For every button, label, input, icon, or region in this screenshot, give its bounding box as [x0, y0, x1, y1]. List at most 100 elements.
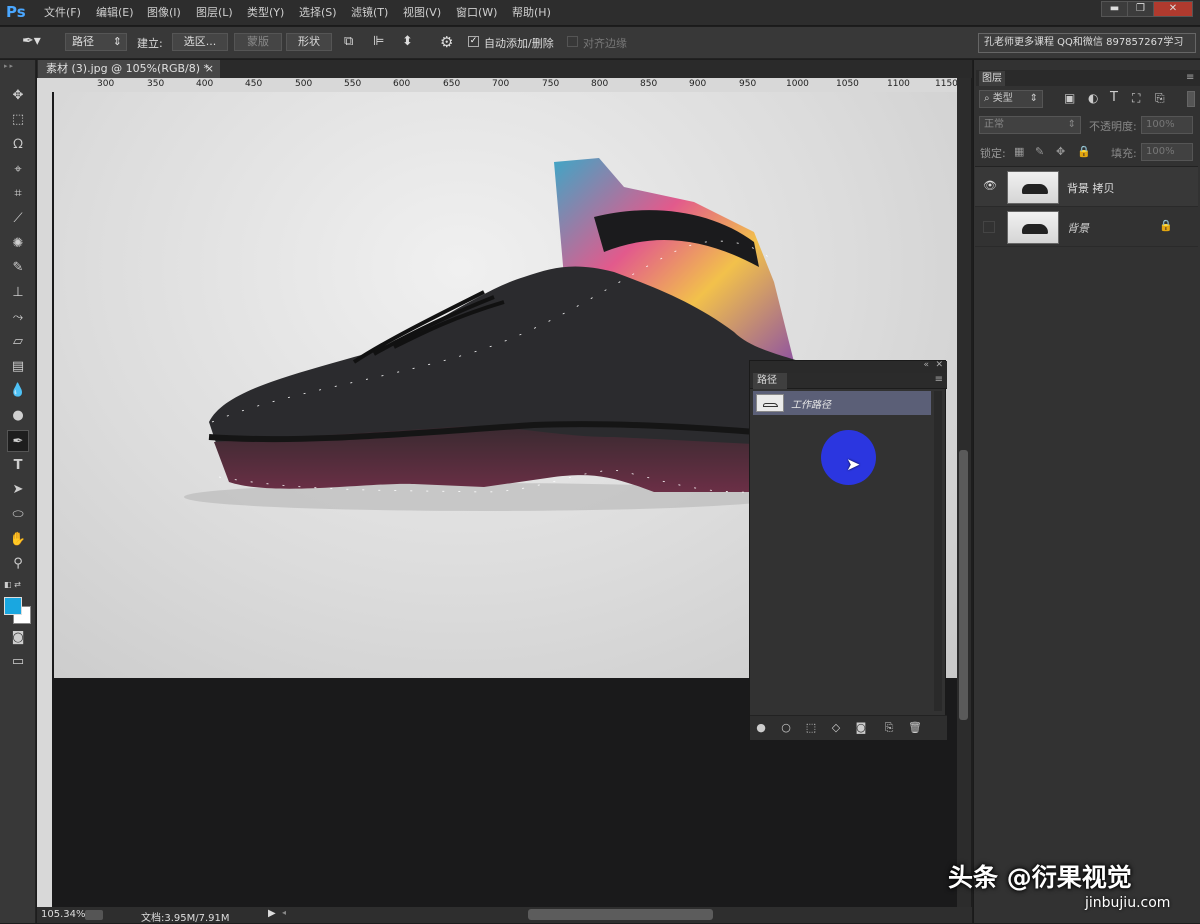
minimize-button[interactable]: ▬ — [1101, 1, 1128, 17]
promo-field[interactable]: 孔老师更多课程 QQ和微信 897857267学习 — [978, 33, 1196, 53]
pen-tool-icon[interactable]: ✒ — [7, 430, 29, 452]
ellipse-tool-icon[interactable]: ⬭ — [7, 504, 29, 526]
ruler-mark: 1100 — [887, 79, 910, 89]
fill-input[interactable]: 100% — [1141, 143, 1193, 161]
menu-view[interactable]: 视图(V) — [403, 0, 441, 26]
toolbar-grip[interactable]: ▸▸ — [4, 62, 32, 70]
pen-tool-preset-icon[interactable]: ✒▾ — [22, 33, 50, 53]
layers-panel-menu-icon[interactable]: ≡ — [1186, 72, 1196, 84]
menu-select[interactable]: 选择(S) — [299, 0, 337, 26]
zoom-tool-icon[interactable]: ⚲ — [7, 553, 29, 575]
menu-type[interactable]: 类型(Y) — [247, 0, 284, 26]
lock-position-icon[interactable]: ✥ — [1056, 145, 1065, 158]
menu-help[interactable]: 帮助(H) — [512, 0, 551, 26]
filter-type-icon[interactable]: T — [1110, 90, 1118, 105]
path-name[interactable]: 工作路径 — [791, 396, 831, 411]
lock-transparent-icon[interactable]: ▦ — [1014, 145, 1024, 158]
quick-mask-icon[interactable]: ◙ — [7, 627, 29, 649]
filter-pixel-icon[interactable]: ▣ — [1064, 91, 1075, 105]
layer-row[interactable]: 👁 背景 拷贝 — [975, 167, 1198, 207]
zoom-level[interactable]: 105.34% — [41, 909, 86, 920]
crop-tool-icon[interactable]: ⌗ — [7, 183, 29, 205]
hand-tool-icon[interactable]: ✋ — [7, 529, 29, 551]
type-tool-icon[interactable]: T — [7, 455, 29, 477]
document-tab[interactable]: 素材 (3).jpg @ 105%(RGB/8) * × — [38, 60, 220, 78]
layer-filter-select[interactable]: ⌕ 类型 ⇕ — [979, 90, 1043, 108]
path-operations-icon[interactable]: ⧉ — [344, 34, 353, 49]
menu-image[interactable]: 图像(I) — [147, 0, 181, 26]
layer-name[interactable]: 背景 — [1067, 220, 1089, 236]
make-selection-button[interactable]: 选区... — [172, 33, 228, 51]
gradient-tool-icon[interactable]: ▤ — [7, 356, 29, 378]
status-menu-arrow-icon[interactable]: ▶ — [268, 908, 276, 919]
status-toggle-icon[interactable] — [85, 910, 103, 920]
visibility-toggle-empty[interactable] — [983, 221, 995, 233]
close-tab-icon[interactable]: × — [205, 60, 214, 78]
lasso-tool-icon[interactable]: ᘯ — [7, 134, 29, 156]
align-edges-checkbox[interactable] — [567, 36, 578, 47]
tool-mode-select[interactable]: 路径 ⇕ — [65, 33, 127, 51]
add-mask-icon[interactable]: ◙ — [854, 721, 868, 735]
lock-all-icon[interactable]: 🔒 — [1077, 145, 1091, 158]
clone-stamp-tool-icon[interactable]: ⊥ — [7, 282, 29, 304]
dodge-tool-icon[interactable]: ● — [7, 405, 29, 427]
vertical-scroll-thumb[interactable] — [959, 450, 968, 720]
layer-row[interactable]: 背景 🔒 — [975, 207, 1198, 247]
blend-mode-select[interactable]: 正常 ⇕ — [979, 116, 1081, 134]
history-brush-tool-icon[interactable]: ⤳ — [7, 307, 29, 329]
filter-adjustment-icon[interactable]: ◐ — [1088, 91, 1098, 105]
quick-select-tool-icon[interactable]: ⌖ — [7, 159, 29, 181]
load-as-selection-icon[interactable]: ⬚ — [804, 721, 818, 735]
filter-smartobject-icon[interactable]: ⎘ — [1155, 91, 1165, 106]
make-shape-button[interactable]: 形状 — [286, 33, 332, 51]
make-mask-button[interactable]: 蒙版 — [234, 33, 282, 51]
move-tool-icon[interactable]: ✥ — [7, 85, 29, 107]
collapse-icon[interactable]: « — [923, 360, 929, 370]
ruler-mark: 350 — [147, 79, 165, 89]
close-icon[interactable]: ✕ — [935, 360, 943, 370]
menu-file[interactable]: 文件(F) — [44, 0, 81, 26]
layer-filter-value: 类型 — [992, 93, 1013, 104]
path-item[interactable]: 工作路径 — [753, 391, 931, 415]
layer-name[interactable]: 背景 拷贝 — [1067, 180, 1115, 196]
restore-button[interactable]: ❐ — [1127, 1, 1154, 17]
search-icon: ⌕ — [984, 93, 990, 104]
healing-brush-tool-icon[interactable]: ✺ — [7, 233, 29, 255]
brush-tool-icon[interactable]: ✎ — [7, 257, 29, 279]
stroke-path-icon[interactable]: ○ — [779, 721, 793, 735]
opacity-input[interactable]: 100% — [1141, 116, 1193, 134]
marquee-tool-icon[interactable]: ⬚ — [7, 109, 29, 131]
swap-colors-icon[interactable]: ◧ ⇄ — [4, 580, 32, 590]
path-alignment-icon[interactable]: ⊫ — [373, 34, 384, 49]
foreground-color-swatch[interactable] — [4, 597, 22, 615]
paths-panel-titlebar[interactable]: « ✕ — [750, 360, 947, 373]
delete-path-icon[interactable]: 🗑 — [908, 721, 922, 735]
scroll-left-icon[interactable]: ◂ — [282, 908, 286, 917]
menu-edit[interactable]: 编辑(E) — [96, 0, 134, 26]
lock-image-icon[interactable]: ✎ — [1035, 145, 1044, 158]
gear-icon[interactable]: ⚙ — [440, 33, 453, 51]
blur-tool-icon[interactable]: 💧 — [7, 380, 29, 402]
menu-window[interactable]: 窗口(W) — [456, 0, 497, 26]
path-select-tool-icon[interactable]: ➤ — [7, 479, 29, 501]
paths-tab[interactable]: 路径 — [753, 373, 787, 389]
horizontal-scroll-thumb[interactable] — [528, 909, 713, 920]
path-arrangement-icon[interactable]: ⬍ — [402, 34, 413, 49]
layers-panel-header — [976, 70, 1200, 86]
eraser-tool-icon[interactable]: ▱ — [7, 331, 29, 353]
screen-mode-icon[interactable]: ▭ — [7, 651, 29, 673]
menu-layer[interactable]: 图层(L) — [196, 0, 233, 26]
paths-scrollbar[interactable] — [934, 391, 942, 711]
panel-menu-icon[interactable]: ≡ — [935, 374, 943, 385]
layers-tab[interactable]: 图层 — [979, 71, 1005, 86]
eye-icon[interactable]: 👁 — [983, 179, 997, 192]
menu-filter[interactable]: 滤镜(T) — [351, 0, 388, 26]
fill-path-icon[interactable]: ● — [754, 721, 768, 735]
eyedropper-tool-icon[interactable]: ⟋ — [7, 208, 29, 230]
filter-shape-icon[interactable]: ⛶ — [1132, 91, 1140, 106]
auto-add-delete-checkbox[interactable]: ✓ — [468, 36, 479, 47]
make-work-path-icon[interactable]: ◇ — [829, 721, 843, 735]
new-path-icon[interactable]: ⎘ — [882, 721, 896, 735]
close-window-button[interactable]: ✕ — [1153, 1, 1193, 17]
filter-toggle[interactable] — [1187, 91, 1195, 107]
